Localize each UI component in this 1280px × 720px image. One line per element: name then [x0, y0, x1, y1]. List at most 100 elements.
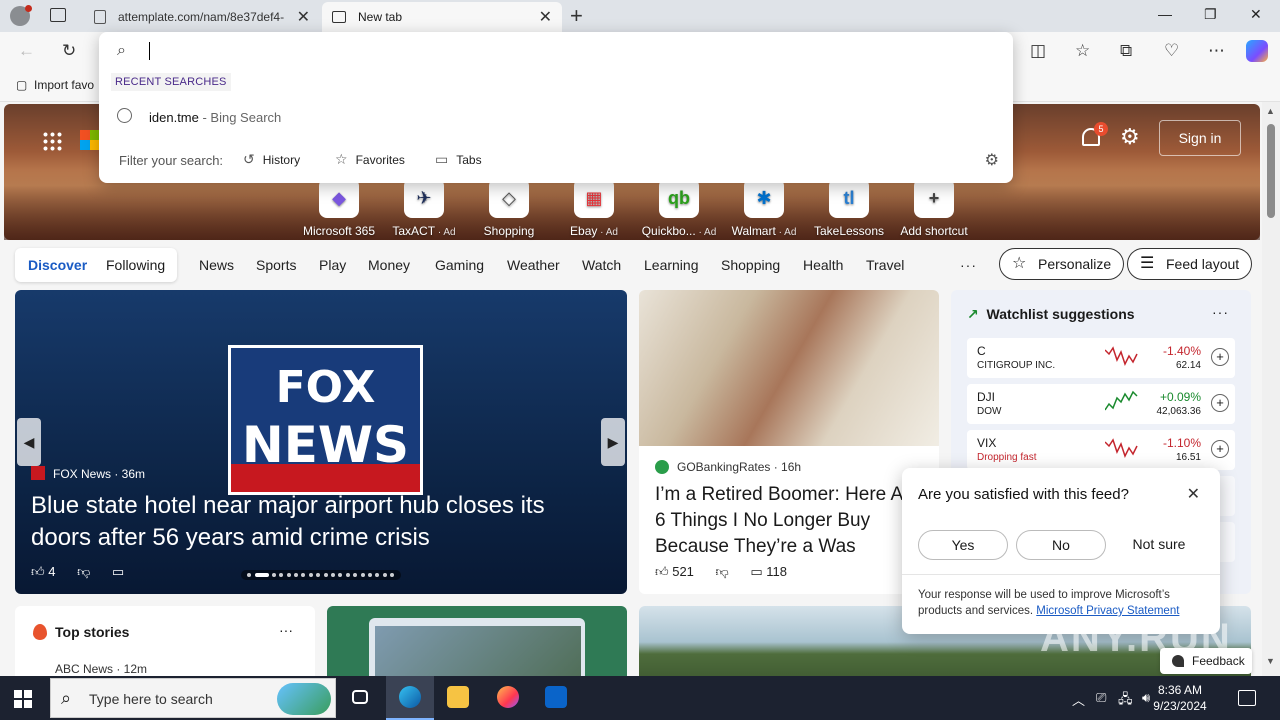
promo-card[interactable] — [327, 606, 627, 676]
task-view-icon[interactable] — [336, 676, 384, 720]
stock-row[interactable]: C CITIGROUP INC. -1.40% 62.14 + — [967, 338, 1235, 378]
scrollbar-thumb[interactable] — [1267, 124, 1275, 218]
notifications-icon[interactable] — [1238, 690, 1256, 706]
network-icon[interactable]: 🖧︎ — [1118, 690, 1133, 712]
carousel-dot[interactable] — [382, 573, 387, 577]
more-options-icon[interactable]: ··· — [1212, 304, 1229, 320]
nav-shopping[interactable]: Shopping — [721, 257, 780, 273]
lead-story-card[interactable]: FOX NEWS ◀ ▶ FOX News · 36m Blue state h… — [15, 290, 627, 594]
sign-in-button[interactable]: Sign in — [1159, 120, 1241, 156]
add-to-watchlist-icon[interactable]: + — [1211, 440, 1229, 458]
feedback-no-button[interactable]: No — [1016, 530, 1106, 560]
like-icon[interactable]: 👍︎ — [31, 564, 45, 579]
lead-headline[interactable]: Blue state hotel near major airport hub … — [31, 490, 601, 554]
close-icon[interactable]: ✕ — [1187, 484, 1200, 504]
shortcut-takelessons[interactable]: tl TakeLessons — [809, 178, 889, 238]
dislike-icon[interactable]: 👎︎ — [77, 564, 90, 579]
nav-health[interactable]: Health — [803, 257, 843, 273]
nav-money[interactable]: Money — [368, 257, 410, 273]
tab-attemplate[interactable]: attemplate.com/nam/8e37def4- ✕ — [84, 2, 320, 32]
shortcut-walmart[interactable]: ✱ Walmart · Ad — [724, 178, 804, 238]
shortcut-taxact[interactable]: ✈ TaxACT · Ad — [384, 178, 464, 238]
nav-gaming[interactable]: Gaming — [435, 257, 484, 273]
nav-learning[interactable]: Learning — [644, 257, 699, 273]
search-settings-gear-icon[interactable]: ⚙ — [985, 150, 999, 170]
split-screen-icon[interactable]: ◫ — [1030, 42, 1046, 60]
comment-icon[interactable]: ▭ — [750, 564, 762, 579]
taskbar-search[interactable]: ⌕ Type here to search — [50, 678, 336, 718]
filter-tabs[interactable]: ▭ Tabs — [435, 151, 482, 168]
carousel-dot[interactable] — [375, 573, 380, 577]
more-menu-icon[interactable]: ⋯ — [1208, 42, 1225, 60]
carousel-dot[interactable] — [353, 573, 358, 577]
carousel-dot[interactable] — [345, 573, 350, 577]
scroll-up-icon[interactable]: ▲ — [1266, 106, 1275, 116]
tab-following[interactable]: Following — [106, 257, 165, 273]
nav-play[interactable]: Play — [319, 257, 346, 273]
nav-sports[interactable]: Sports — [256, 257, 296, 273]
stock-row[interactable]: VIX Dropping fast -1.10% 16.51 + — [967, 430, 1235, 470]
feedback-yes-button[interactable]: Yes — [918, 530, 1008, 560]
carousel-dot[interactable] — [255, 573, 269, 577]
add-to-watchlist-icon[interactable]: + — [1211, 394, 1229, 412]
carousel-next-button[interactable]: ▶ — [601, 418, 625, 466]
story-card[interactable]: GOBankingRates · 16h I’m a Retired Boome… — [639, 290, 939, 594]
tab-discover[interactable]: Discover — [28, 257, 87, 273]
minimize-icon[interactable]: — — [1158, 6, 1172, 22]
comment-icon[interactable]: ▭ — [112, 564, 124, 579]
import-favorites-link[interactable]: ▢ Import favo — [16, 78, 94, 92]
carousel-dot[interactable] — [338, 573, 343, 577]
collections-icon[interactable]: ⧉ — [1120, 42, 1132, 60]
address-input[interactable] — [157, 38, 957, 64]
carousel-dot[interactable] — [286, 573, 291, 577]
browser-essentials-icon[interactable]: ♡ — [1164, 42, 1179, 60]
shortcut-plus[interactable]: + Add shortcut — [894, 178, 974, 238]
outlook-icon[interactable] — [532, 676, 580, 720]
nav-watch[interactable]: Watch — [582, 257, 621, 273]
app-launcher-icon[interactable] — [42, 131, 62, 151]
carousel-dot[interactable] — [360, 573, 365, 577]
feedback-not-sure-button[interactable]: Not sure — [1114, 530, 1204, 560]
close-window-icon[interactable]: ✕ — [1250, 6, 1262, 23]
more-categories-icon[interactable]: ··· — [960, 257, 977, 273]
favorites-star-icon[interactable]: ☆ — [1075, 42, 1090, 60]
carousel-dot[interactable] — [368, 573, 372, 577]
dislike-icon[interactable]: 👎︎ — [716, 564, 729, 579]
edge-taskbar-icon[interactable] — [386, 676, 434, 720]
refresh-icon[interactable]: ↻ — [62, 42, 76, 60]
page-settings-gear-icon[interactable]: ⚙ — [1120, 126, 1140, 148]
personalize-button[interactable]: ☆ Personalize — [999, 248, 1125, 280]
close-tab-icon[interactable]: ✕ — [539, 7, 552, 27]
firefox-icon[interactable] — [484, 676, 532, 720]
windows-start-icon[interactable] — [14, 690, 32, 708]
carousel-dot[interactable] — [316, 573, 321, 577]
close-tab-icon[interactable]: ✕ — [297, 7, 310, 27]
carousel-dot[interactable] — [323, 573, 328, 577]
new-tab-plus-icon[interactable]: + — [570, 4, 583, 28]
add-to-watchlist-icon[interactable]: + — [1211, 348, 1229, 366]
copilot-icon[interactable] — [1246, 40, 1268, 62]
like-icon[interactable]: 👍︎ — [655, 564, 669, 579]
carousel-dot[interactable] — [279, 573, 284, 577]
story-headline[interactable]: I’m a Retired Boomer: Here Are 6 Things … — [655, 482, 927, 560]
carousel-prev-button[interactable]: ◀ — [17, 418, 41, 466]
device-icon[interactable]: ⎚ — [1096, 690, 1106, 706]
nav-travel[interactable]: Travel — [866, 257, 904, 273]
back-icon[interactable]: ← — [18, 42, 35, 60]
show-hidden-icons-icon[interactable]: ︿ — [1072, 690, 1085, 709]
restore-icon[interactable]: ❐ — [1204, 6, 1217, 23]
more-options-icon[interactable]: ··· — [279, 622, 293, 638]
carousel-dot[interactable] — [247, 573, 251, 577]
carousel-dot[interactable] — [390, 573, 395, 577]
carousel-dot[interactable] — [331, 573, 335, 577]
file-explorer-icon[interactable] — [434, 676, 482, 720]
tab-new-tab[interactable]: New tab ✕ — [322, 2, 562, 32]
shortcut-quickbooks[interactable]: qb Quickbo... · Ad — [639, 178, 719, 238]
shortcut-ebay[interactable]: ▦ Ebay · Ad — [554, 178, 634, 238]
profile-avatar-icon[interactable] — [10, 5, 32, 26]
feedback-button[interactable]: Feedback — [1160, 648, 1252, 674]
shortcut-shopping-tag[interactable]: ◇ Shopping — [469, 178, 549, 238]
recent-search-item[interactable]: iden.tme - Bing Search — [99, 104, 1013, 132]
page-scrollbar[interactable]: ▲ ▼ — [1262, 102, 1280, 676]
carousel-dot[interactable] — [301, 573, 306, 577]
